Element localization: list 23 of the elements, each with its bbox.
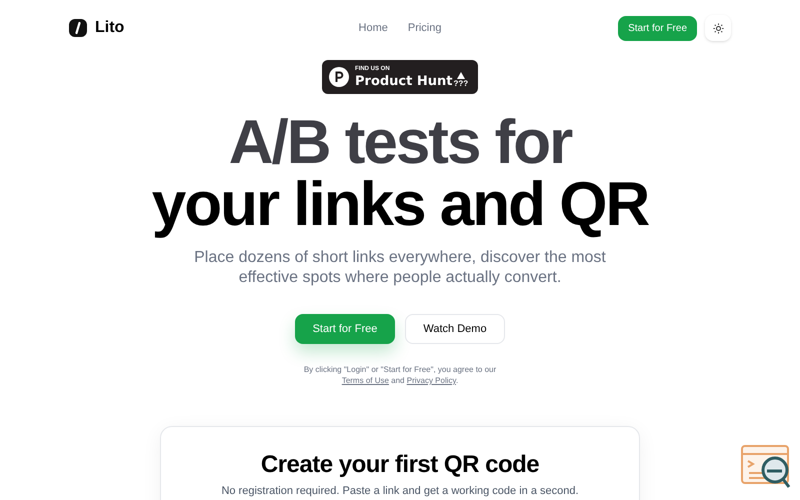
card-title: Create your first QR code: [260, 451, 540, 479]
brand-name: Lito: [95, 18, 124, 38]
product-hunt-icon: [329, 67, 349, 87]
card-text: No registration required. Paste a link and get a working code in a second.: [221, 484, 579, 499]
hero-subtitle: Place dozens of short links everywhere, discover the most effective spots where people actually convert.: [193, 248, 607, 288]
headline-line: your links and QR: [150, 174, 650, 236]
sun-icon: [712, 22, 724, 34]
start-button[interactable]: Start for Free: [295, 314, 395, 344]
watch-demo-button[interactable]: Watch Demo: [405, 314, 505, 344]
upvote-icon: [456, 72, 465, 79]
badge-count: ???: [453, 80, 468, 88]
nav-link[interactable]: Pricing: [408, 20, 442, 36]
logo-icon: [69, 19, 87, 37]
legal-notice: By clicking "Login" or "Start for Free", you agree to our: [302, 364, 498, 375]
browser-search-icon: [741, 445, 791, 490]
legal-link[interactable]: Terms of Use: [342, 376, 389, 385]
legal-notice: Terms of Use and Privacy Policy.: [340, 375, 460, 386]
badge-title: Product Hunt: [355, 75, 452, 88]
nav-link[interactable]: Home: [358, 20, 388, 36]
theme-toggle-button[interactable]: [705, 15, 731, 41]
legal-link[interactable]: Privacy Policy: [406, 376, 456, 385]
start-button[interactable]: Start for Free: [618, 16, 697, 40]
headline-line: A/B tests for: [228, 112, 573, 174]
